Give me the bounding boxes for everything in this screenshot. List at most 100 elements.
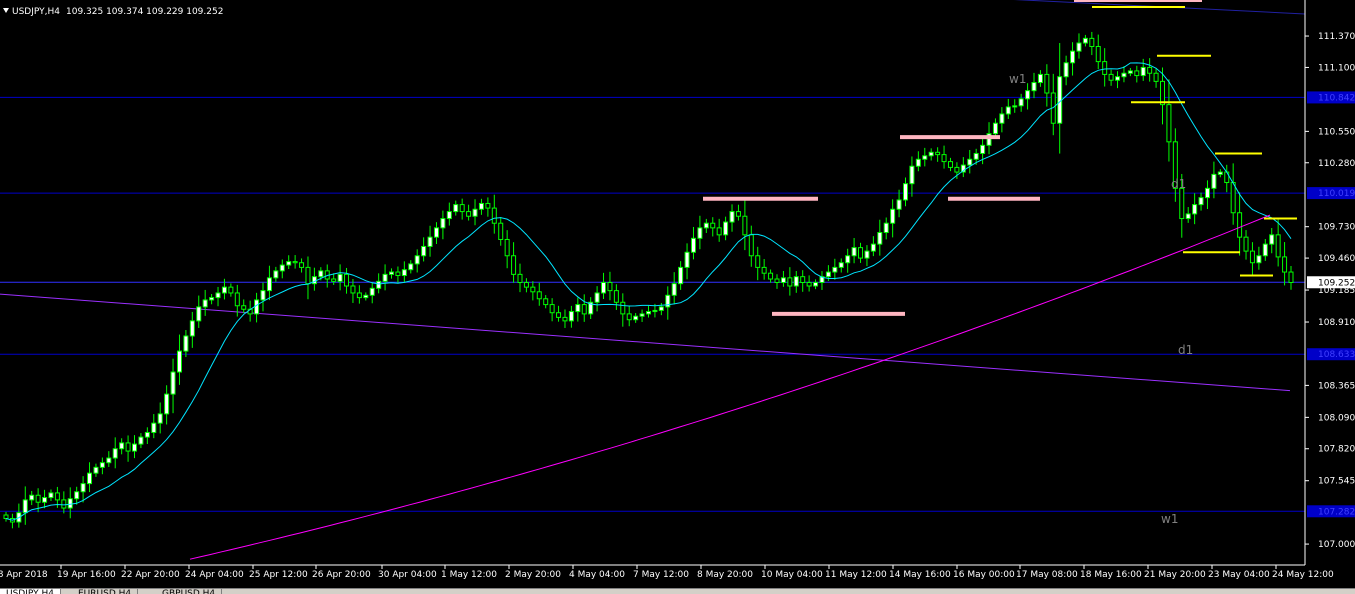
candle-body — [356, 292, 362, 299]
candle-body — [1204, 187, 1210, 199]
x-tick-label: 4 May 04:00 — [569, 570, 625, 580]
candle-body — [1063, 62, 1069, 78]
candle-body — [48, 492, 54, 499]
candle-body — [813, 282, 819, 287]
candle-body — [196, 306, 202, 322]
candle-body — [234, 292, 240, 307]
y-tick-label: 109.730 — [1318, 223, 1355, 233]
candle-body — [954, 166, 960, 173]
chart-area[interactable]: w1 d1 d1 w1 111.370 111.100 110.550 110.280 109.… — [0, 0, 1355, 593]
candle-body — [549, 304, 555, 314]
tab-gbpusd[interactable]: GBPUSD,H4 — [156, 589, 223, 594]
candle-body — [947, 161, 953, 168]
tab-eurusd[interactable]: EURUSD,H4 — [72, 589, 139, 594]
candle-body — [1153, 72, 1159, 82]
candle-body — [716, 227, 722, 236]
candle-body — [80, 483, 86, 493]
candle-body — [99, 462, 105, 468]
candle-body — [67, 498, 73, 509]
candle-body — [1262, 243, 1268, 257]
candle-body — [684, 251, 690, 268]
candle-body — [401, 269, 407, 277]
candle-body — [915, 158, 921, 167]
candle-body — [1160, 80, 1165, 106]
candle-body — [1275, 234, 1281, 258]
candle-body — [132, 443, 137, 452]
x-tick-label: 10 May 04:00 — [761, 570, 823, 580]
candle-body — [787, 277, 793, 287]
candle-body — [883, 222, 889, 234]
candle-body — [459, 204, 465, 213]
y-tick-label: 111.100 — [1318, 63, 1355, 73]
candle-body — [241, 305, 247, 310]
candle-body — [504, 238, 510, 257]
candle-body — [658, 306, 664, 311]
candle-body — [536, 291, 542, 300]
x-tick-label: 11 May 12:00 — [825, 570, 887, 580]
candle-body — [318, 270, 324, 278]
candle-body — [1192, 204, 1198, 215]
candle-body — [999, 113, 1005, 124]
y-tick-label: 110.280 — [1318, 159, 1355, 169]
candle-body — [74, 491, 80, 500]
candle-body — [523, 282, 529, 288]
candle-body — [1025, 90, 1031, 100]
candle-body — [1012, 105, 1018, 108]
candle-body — [806, 282, 812, 287]
chart-background — [0, 0, 1355, 593]
candle-body — [530, 286, 536, 293]
tab-usdjpy[interactable]: USDJPY,H4 — [0, 589, 61, 594]
candle-body — [845, 255, 851, 264]
level-annotation: w1 — [1161, 512, 1178, 526]
candle-body — [941, 154, 947, 163]
y-tick-label: 107.000 — [1318, 540, 1355, 550]
level-annotation: d1 — [1171, 177, 1186, 191]
candle-body — [189, 320, 195, 337]
candle-body — [864, 250, 870, 259]
candle-body — [825, 271, 831, 278]
candle-body — [838, 262, 844, 268]
candle-body — [1282, 256, 1288, 273]
candle-body — [427, 236, 433, 247]
candle-body — [331, 278, 337, 282]
x-tick-label: 21 May 20:00 — [1144, 570, 1206, 580]
candle-body — [832, 266, 838, 273]
x-tick-label: 8 May 20:00 — [697, 570, 753, 580]
candle-body — [890, 208, 896, 224]
candle-body — [517, 273, 523, 284]
candle-body — [729, 211, 735, 223]
candle-body — [800, 276, 806, 284]
candle-body — [1076, 42, 1082, 52]
candle-body — [485, 202, 491, 209]
candle-body — [690, 237, 696, 253]
candle-body — [279, 264, 285, 272]
candle-body — [556, 312, 562, 318]
price-chart[interactable]: w1 d1 d1 w1 111.370 111.100 110.550 110.280 109.… — [0, 0, 1355, 593]
candle-body — [1249, 250, 1255, 264]
candle-body — [1269, 234, 1275, 245]
y-tick-label: 108.365 — [1318, 381, 1355, 391]
candle-body — [1127, 70, 1133, 74]
candle-body — [299, 262, 305, 268]
candle-body — [1288, 271, 1294, 284]
candle-body — [376, 280, 382, 289]
candle-body — [967, 158, 973, 166]
candle-body — [1089, 37, 1095, 48]
candle-body — [652, 309, 658, 313]
candle-body — [678, 266, 684, 285]
candle-body — [877, 232, 883, 245]
candle-body — [568, 311, 574, 322]
y-tick-label: 111.370 — [1318, 32, 1355, 42]
candle-body — [1211, 173, 1217, 189]
candle-body — [54, 492, 60, 501]
candle-body — [138, 436, 144, 445]
candle-body — [22, 499, 28, 514]
candle-body — [254, 299, 260, 315]
x-tick-label: 17 May 08:00 — [1016, 570, 1078, 580]
candle-body — [1140, 66, 1146, 77]
candle-body — [973, 152, 979, 160]
candle-body — [112, 448, 118, 459]
candle-body — [29, 494, 35, 501]
candle-body — [395, 271, 401, 277]
candle-body — [369, 287, 375, 296]
